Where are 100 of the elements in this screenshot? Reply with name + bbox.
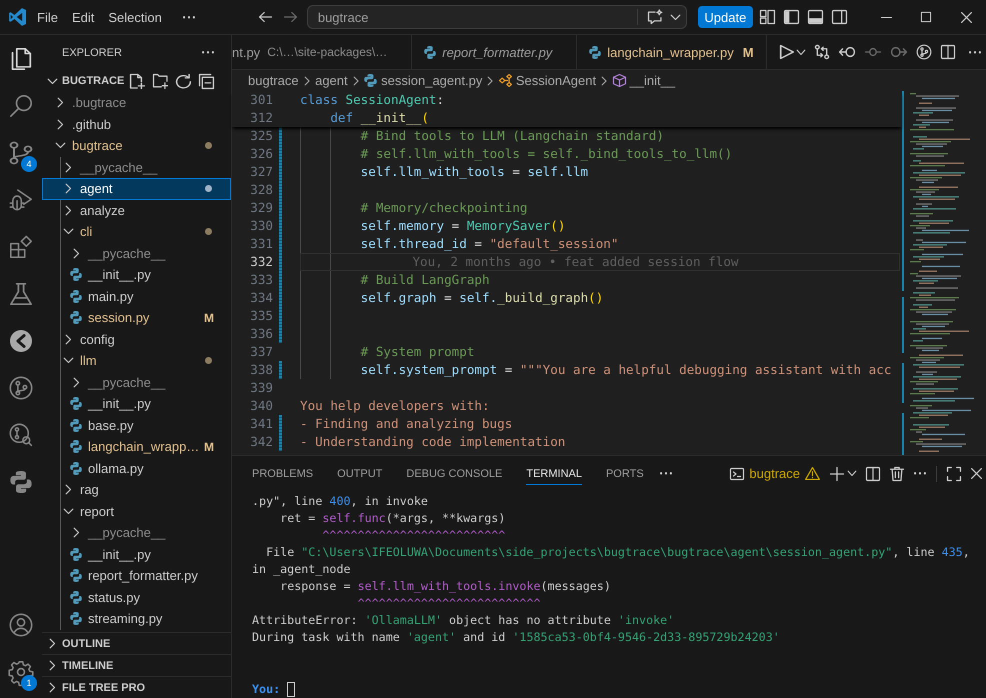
- code-line: self.thread_id = "default_session": [360, 235, 618, 253]
- tree-item[interactable]: langchain_wrapp… M: [42, 436, 231, 458]
- collapse-all-icon[interactable]: [199, 74, 214, 88]
- line-number: 301: [249, 91, 274, 109]
- branch-circle-icon[interactable]: [10, 376, 32, 398]
- trash-icon[interactable]: [890, 466, 904, 480]
- tree-item[interactable]: cli: [42, 221, 231, 242]
- tree-item[interactable]: main.py: [42, 286, 231, 307]
- section-header[interactable]: FILE TREE PRO: [42, 676, 231, 698]
- more-icon[interactable]: [914, 472, 926, 475]
- chevron-down-icon[interactable]: [848, 471, 856, 476]
- sidebar-toggle-icon[interactable]: [784, 10, 799, 24]
- breadcrumb-item[interactable]: agent: [315, 73, 348, 88]
- tree-item[interactable]: ollama.py: [42, 458, 231, 479]
- breadcrumb-item[interactable]: bugtrace: [248, 73, 299, 88]
- tree-item[interactable]: agent: [42, 178, 231, 200]
- plus-icon[interactable]: [830, 466, 844, 480]
- search-icon[interactable]: [10, 94, 32, 116]
- back-arrow-icon[interactable]: [258, 12, 272, 22]
- tree-item[interactable]: .bugtrace: [42, 92, 231, 114]
- secondary-sidebar-icon[interactable]: [832, 10, 847, 24]
- panel-tab[interactable]: PORTS: [606, 462, 644, 484]
- more-icon[interactable]: [660, 472, 672, 475]
- chevron-down-icon[interactable]: [797, 50, 805, 54]
- tree-item[interactable]: __pycache__: [42, 242, 231, 264]
- minimize-icon[interactable]: [880, 16, 892, 18]
- flask-icon[interactable]: [10, 282, 32, 304]
- tree-item[interactable]: base.py: [42, 414, 231, 436]
- command-center[interactable]: bugtrace: [306, 5, 687, 29]
- tree-item[interactable]: __pycache__: [42, 522, 231, 544]
- tree-item[interactable]: __pycache__: [42, 156, 231, 178]
- section-header[interactable]: TIMELINE: [42, 654, 231, 676]
- maximize-panel-icon[interactable]: [947, 466, 961, 480]
- extensions-icon[interactable]: [10, 236, 32, 258]
- tree-item[interactable]: rag: [42, 479, 231, 500]
- more-icon[interactable]: [182, 16, 195, 18]
- line-number: 325: [249, 127, 274, 145]
- python-icon: [70, 268, 82, 282]
- branch-circle-icon[interactable]: [917, 45, 931, 59]
- menu-item[interactable]: Edit: [64, 5, 102, 29]
- maximize-icon[interactable]: [921, 12, 931, 22]
- run-icon[interactable]: [780, 45, 794, 59]
- line-number: 333: [249, 271, 274, 289]
- panel-tab[interactable]: PROBLEMS: [252, 462, 314, 484]
- breadcrumb-item[interactable]: session_agent.py: [364, 73, 482, 88]
- new-folder-icon[interactable]: [153, 74, 168, 88]
- compare-changes-icon[interactable]: [815, 45, 829, 59]
- python-icon: [70, 440, 82, 454]
- tree-item[interactable]: status.py: [42, 586, 231, 608]
- tree-item[interactable]: .github: [42, 114, 231, 135]
- breadcrumb-item[interactable]: __init__: [612, 73, 676, 88]
- update-button[interactable]: Update: [698, 6, 753, 28]
- branch-search-icon[interactable]: [10, 424, 32, 446]
- breadcrumb-item[interactable]: SessionAgent: [498, 73, 596, 88]
- terminal-selector[interactable]: bugtrace: [730, 466, 820, 481]
- panel-toggle-icon[interactable]: [808, 10, 823, 24]
- line-number: 326: [249, 145, 274, 163]
- chevron-right-icon: [304, 76, 310, 84]
- new-file-icon[interactable]: [130, 74, 145, 88]
- tree-item[interactable]: streaming.py: [42, 608, 231, 630]
- tree-item[interactable]: session.py M: [42, 307, 231, 328]
- python-icon[interactable]: [10, 470, 32, 492]
- menu-item[interactable]: File: [30, 5, 65, 29]
- account-icon[interactable]: [10, 614, 32, 636]
- chevron-down-icon[interactable]: [670, 14, 680, 20]
- chat-sparkle-icon[interactable]: [648, 10, 662, 24]
- tree-item[interactable]: analyze: [42, 200, 231, 221]
- split-editor-icon[interactable]: [941, 45, 955, 59]
- more-icon[interactable]: [969, 50, 981, 54]
- files-icon[interactable]: [10, 48, 32, 70]
- run-debug-icon[interactable]: [10, 188, 32, 210]
- prompt-label: You:: [252, 681, 280, 698]
- tree-item[interactable]: __init__.py: [42, 393, 231, 414]
- section-header[interactable]: BUGTRACE: [42, 70, 124, 92]
- tree-item[interactable]: config: [42, 328, 231, 350]
- tree-item[interactable]: llm: [42, 350, 231, 372]
- section-header[interactable]: OUTLINE: [42, 632, 231, 654]
- layout-grid-icon[interactable]: [760, 10, 775, 24]
- tree-item[interactable]: __pycache__: [42, 372, 231, 393]
- tree-item[interactable]: report_formatter.py: [42, 565, 231, 586]
- split-terminal-icon[interactable]: [866, 466, 880, 480]
- editor-tab[interactable]: nt.py C:\…\site-packages\…: [232, 35, 412, 69]
- circle-arrow-left-icon[interactable]: [839, 47, 855, 57]
- panel-tab[interactable]: TERMINAL: [526, 462, 582, 484]
- tree-item[interactable]: bugtrace: [42, 135, 231, 156]
- panel-tab[interactable]: OUTPUT: [337, 462, 382, 484]
- tree-item[interactable]: report: [42, 500, 231, 522]
- circle-chevron-icon[interactable]: [10, 330, 32, 352]
- more-icon[interactable]: [202, 51, 214, 54]
- close-icon[interactable]: [971, 468, 982, 479]
- code-line: - Finding and analyzing bugs: [300, 415, 512, 433]
- code-line: # Build LangGraph: [360, 271, 490, 289]
- close-icon[interactable]: [960, 12, 972, 22]
- menu-item[interactable]: Selection: [101, 5, 169, 29]
- tree-item[interactable]: __init__.py: [42, 264, 231, 286]
- tree-item[interactable]: __init__.py: [42, 544, 231, 565]
- python-icon: [70, 290, 82, 303]
- refresh-icon[interactable]: [176, 74, 191, 88]
- panel-tab[interactable]: DEBUG CONSOLE: [406, 462, 502, 484]
- dot-icon: [205, 357, 212, 364]
